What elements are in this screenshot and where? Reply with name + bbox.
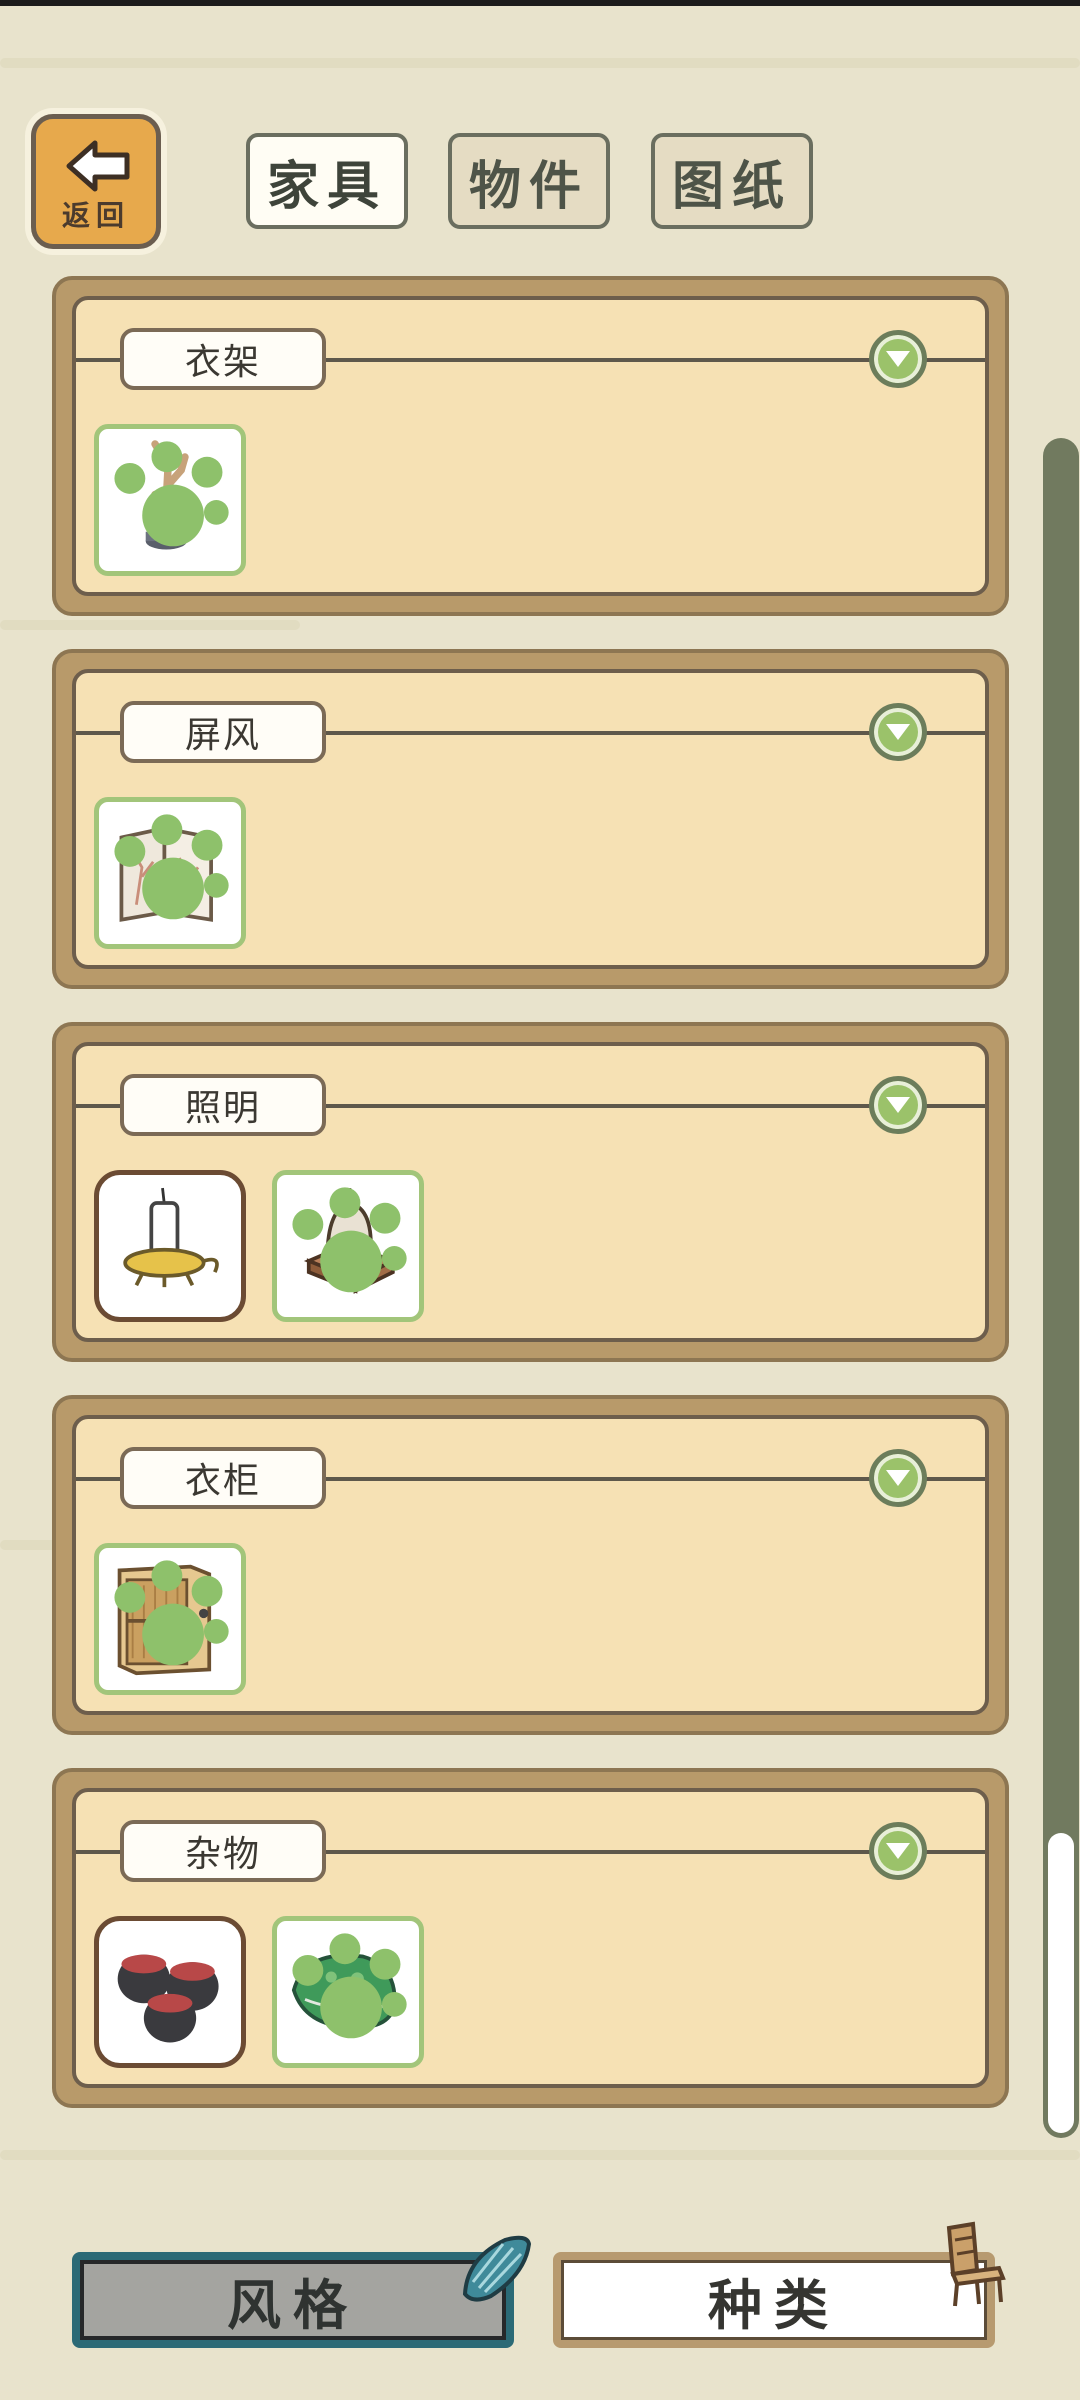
section-panel: 屏风	[72, 669, 989, 969]
frog-stone-icon[interactable]	[272, 1916, 424, 2068]
paw-print-icon	[114, 1560, 229, 1666]
paw-print-icon	[114, 441, 229, 547]
branch-coat-rack-icon[interactable]	[94, 424, 246, 576]
clay-jars-icon[interactable]	[94, 1916, 246, 2068]
type-button[interactable]: 种类	[553, 2252, 995, 2348]
tab-blueprints[interactable]: 图纸	[651, 133, 813, 229]
category-section-wardrobe: 衣柜	[52, 1395, 1009, 1735]
paper-lantern-icon[interactable]	[272, 1170, 424, 1322]
category-section-folding-screen: 屏风	[52, 649, 1009, 989]
section-title: 照明	[120, 1074, 326, 1136]
category-section-miscellaneous: 杂物	[52, 1768, 1009, 2108]
paw-print-icon	[292, 1933, 407, 2039]
section-panel: 照明	[72, 1042, 989, 1342]
style-button[interactable]: 风格	[72, 2252, 514, 2348]
category-section-lighting: 照明	[52, 1022, 1009, 1362]
category-section-coat-rack: 衣架	[52, 276, 1009, 616]
section-title: 衣架	[120, 328, 326, 390]
collapse-button[interactable]	[869, 1449, 927, 1507]
section-panel: 杂物	[72, 1788, 989, 2088]
bg-stroke	[0, 620, 300, 630]
scrollbar-thumb[interactable]	[1048, 1833, 1074, 2133]
back-arrow-icon	[66, 140, 130, 192]
seashell-icon	[462, 2235, 532, 2302]
chair-icon	[946, 2221, 1006, 2307]
section-title: 杂物	[120, 1820, 326, 1882]
clay-jars-icon-art	[117, 1954, 219, 2043]
collapse-button[interactable]	[869, 1076, 927, 1134]
scrollbar-track[interactable]	[1043, 438, 1079, 2138]
bg-stroke	[0, 2150, 1080, 2160]
collapse-button[interactable]	[869, 703, 927, 761]
candle-holder-icon-art	[123, 1187, 219, 1288]
back-label: 返回	[61, 199, 130, 232]
back-button[interactable]: 返回	[31, 114, 161, 249]
collapse-button[interactable]	[869, 330, 927, 388]
tab-furniture[interactable]: 家具	[246, 133, 408, 229]
section-title: 衣柜	[120, 1447, 326, 1509]
candle-holder-icon[interactable]	[94, 1170, 246, 1322]
collapse-button[interactable]	[869, 1822, 927, 1880]
status-bar-edge	[0, 0, 1080, 6]
section-panel: 衣架	[72, 296, 989, 596]
paw-print-icon	[114, 814, 229, 920]
paw-print-icon	[292, 1187, 407, 1293]
tab-objects[interactable]: 物件	[448, 133, 610, 229]
bg-stroke	[0, 58, 1080, 68]
section-title: 屏风	[120, 701, 326, 763]
wooden-wardrobe-icon[interactable]	[94, 1543, 246, 1695]
folding-screen-icon[interactable]	[94, 797, 246, 949]
section-panel: 衣柜	[72, 1415, 989, 1715]
